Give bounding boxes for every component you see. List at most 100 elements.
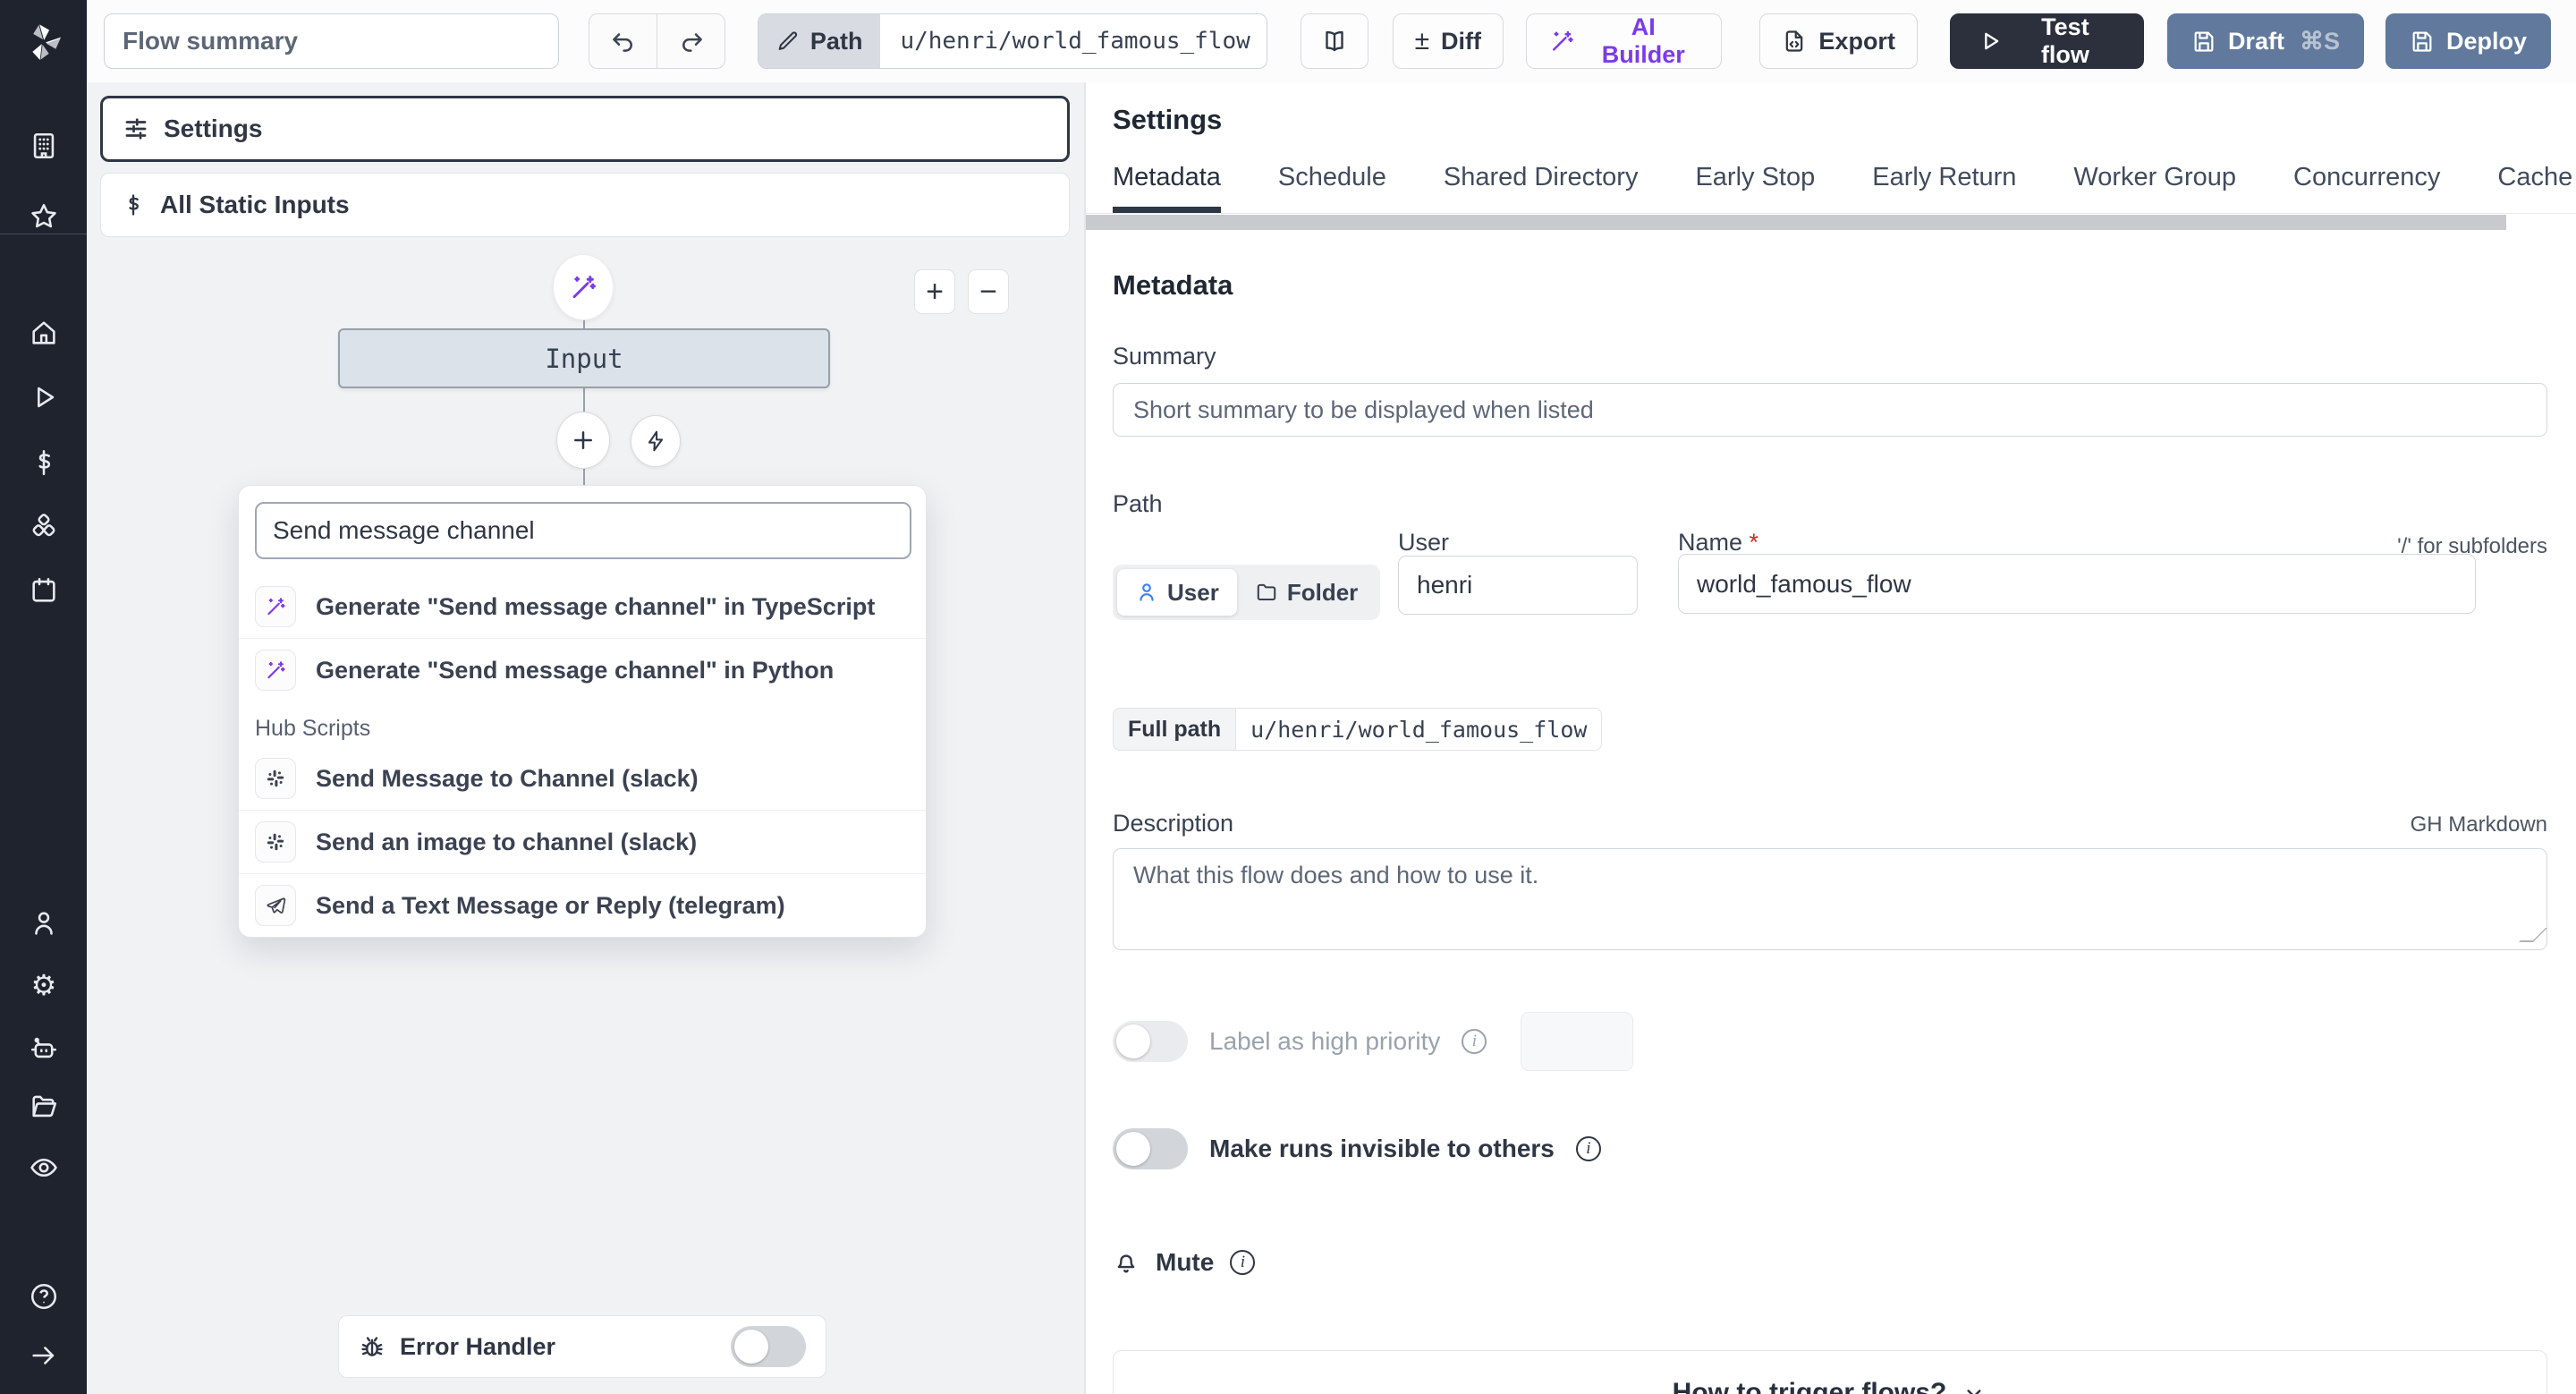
generate-typescript-item[interactable]: Generate "Send message channel" in TypeS…: [239, 575, 926, 638]
high-priority-label: Label as high priority: [1209, 1027, 1441, 1055]
step-picker-dropdown: Generate "Send message channel" in TypeS…: [238, 485, 927, 938]
app-sidebar: ⚙: [0, 0, 87, 1394]
collapse-arrow-right-icon[interactable]: [28, 1339, 60, 1372]
audit-eye-icon[interactable]: [28, 1152, 60, 1184]
add-step-button[interactable]: [556, 412, 610, 469]
ai-builder-label: AI Builder: [1601, 13, 1685, 68]
tab-early-return[interactable]: Early Return: [1872, 163, 2016, 213]
info-icon[interactable]: i: [1462, 1029, 1487, 1054]
zoom-in-button[interactable]: +: [914, 269, 955, 314]
help-question-icon[interactable]: [28, 1280, 60, 1313]
schedules-calendar-icon[interactable]: [28, 574, 60, 607]
trigger-help-label: How to trigger flows?: [1672, 1378, 1947, 1394]
magic-wand-icon: [267, 661, 285, 679]
description-label: Description: [1113, 810, 1234, 837]
workers-robot-icon[interactable]: [28, 1032, 60, 1064]
users-person-icon[interactable]: [28, 907, 60, 939]
description-textarea[interactable]: [1113, 848, 2547, 950]
flow-summary-input[interactable]: [104, 13, 559, 69]
tab-early-stop[interactable]: Early Stop: [1695, 163, 1815, 213]
flow-settings-node[interactable]: Settings: [100, 96, 1070, 162]
trigger-bolt-button[interactable]: [631, 415, 681, 467]
tabs-underline: [1086, 213, 2576, 214]
owner-kind-folder[interactable]: Folder: [1237, 569, 1376, 616]
tab-metadata[interactable]: Metadata: [1113, 163, 1221, 213]
redo-button[interactable]: [657, 14, 724, 68]
home-icon[interactable]: [28, 317, 60, 349]
pencil-icon: [778, 31, 797, 50]
tabs-horizontal-scrollbar[interactable]: [1086, 215, 2506, 230]
full-path-row: Full path u/henri/world_famous_flow: [1113, 708, 2547, 751]
owner-kind-user[interactable]: User: [1117, 569, 1237, 616]
user-input[interactable]: [1398, 556, 1638, 615]
workspace-building-icon[interactable]: [28, 130, 60, 162]
docs-book-button[interactable]: [1301, 13, 1368, 69]
invisible-runs-toggle[interactable]: [1113, 1128, 1188, 1169]
name-field-label: Name *: [1678, 529, 1759, 556]
error-handler-label: Error Handler: [400, 1332, 556, 1360]
tab-shared-directory[interactable]: Shared Directory: [1444, 163, 1639, 213]
info-icon[interactable]: i: [1575, 1136, 1601, 1161]
zoom-out-button[interactable]: −: [968, 269, 1009, 314]
folder-icon: [1257, 583, 1276, 601]
windmill-logo-icon[interactable]: [21, 20, 65, 64]
telegram-icon: [267, 897, 286, 914]
bell-icon: [1117, 1254, 1135, 1273]
ai-builder-button[interactable]: AI Builder: [1526, 13, 1723, 69]
hub-script-item[interactable]: Send Message to Channel (slack): [239, 747, 926, 810]
deploy-button[interactable]: Deploy: [2385, 13, 2551, 69]
dollar-icon: [129, 194, 139, 216]
flow-graph-panel: Settings All Static Inputs + − Input Gen…: [87, 82, 1085, 1394]
ai-flow-builder-button[interactable]: [553, 254, 614, 320]
path-section-label: Path: [1113, 490, 1163, 517]
high-priority-toggle[interactable]: [1113, 1021, 1188, 1062]
save-draft-button[interactable]: Draft ⌘S: [2166, 13, 2364, 69]
path-editor: User Name * '/' for subfolders User Fold…: [1113, 529, 2547, 677]
trigger-help-expander[interactable]: How to trigger flows?: [1113, 1350, 2547, 1394]
folders-icon[interactable]: [28, 1091, 60, 1123]
favorites-star-icon[interactable]: [28, 200, 60, 233]
flow-editor-toolbar: Path u/henri/world_famous_flow ± Diff AI…: [87, 0, 2576, 82]
summary-input[interactable]: [1113, 383, 2547, 437]
info-icon[interactable]: i: [1230, 1250, 1256, 1275]
error-handler-node[interactable]: Error Handler: [338, 1315, 826, 1378]
tab-worker-group[interactable]: Worker Group: [2073, 163, 2236, 213]
tab-cache[interactable]: Cache: [2497, 163, 2572, 213]
mute-label: Mute: [1156, 1248, 1215, 1276]
sliders-icon: [125, 118, 147, 140]
path-value: u/henri/world_famous_flow: [880, 14, 1267, 68]
markdown-hint: GH Markdown: [2410, 812, 2547, 837]
all-static-inputs-node[interactable]: All Static Inputs: [100, 173, 1070, 237]
deploy-label: Deploy: [2445, 27, 2527, 55]
resources-cubes-icon[interactable]: [28, 511, 60, 543]
undo-button[interactable]: [589, 14, 657, 68]
export-label: Export: [1818, 27, 1895, 55]
hub-script-item[interactable]: Send an image to channel (slack): [239, 810, 926, 873]
settings-gear-icon[interactable]: ⚙: [28, 969, 60, 1001]
redo-icon: [682, 33, 702, 52]
export-button[interactable]: Export: [1759, 13, 1918, 69]
save-icon: [2194, 31, 2214, 52]
runs-play-icon[interactable]: [28, 381, 60, 413]
generate-python-item[interactable]: Generate "Send message channel" in Pytho…: [239, 638, 926, 701]
canvas-zoom-controls: + −: [914, 269, 1009, 314]
slack-icon: [267, 833, 284, 851]
tab-schedule[interactable]: Schedule: [1278, 163, 1386, 213]
test-flow-label: Test flow: [2040, 13, 2089, 68]
name-input[interactable]: [1678, 554, 2476, 614]
hub-script-item[interactable]: Send a Text Message or Reply (telegram): [239, 873, 926, 937]
test-flow-button[interactable]: Test flow: [1949, 13, 2144, 69]
path-label: Path: [809, 27, 863, 55]
priority-value-input: [1521, 1012, 1634, 1071]
path-display[interactable]: Path u/henri/world_famous_flow: [757, 13, 1268, 69]
diff-button[interactable]: ± Diff: [1392, 13, 1504, 69]
generate-typescript-label: Generate "Send message channel" in TypeS…: [316, 592, 876, 620]
variables-dollar-icon[interactable]: [28, 446, 60, 479]
error-handler-toggle[interactable]: [731, 1326, 806, 1367]
metadata-heading: Metadata: [1113, 269, 1233, 301]
plus-icon: [574, 431, 592, 449]
input-node[interactable]: Input: [338, 328, 830, 388]
step-search-input[interactable]: [255, 502, 911, 559]
user-field-label: User: [1398, 529, 1450, 556]
tab-concurrency[interactable]: Concurrency: [2293, 163, 2440, 213]
